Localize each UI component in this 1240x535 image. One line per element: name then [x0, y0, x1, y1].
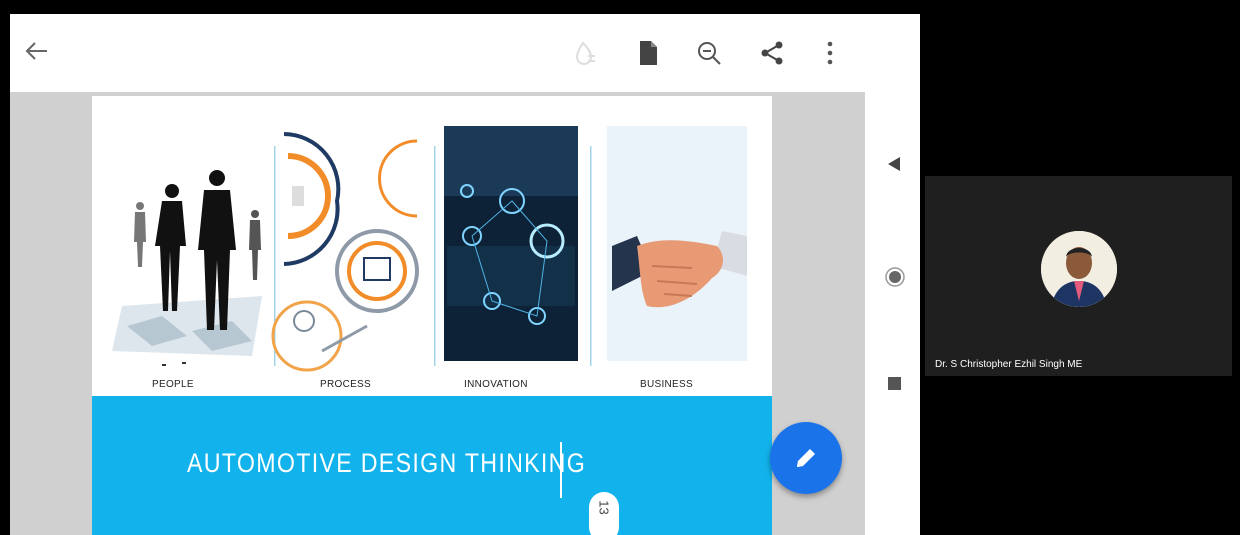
pdf-app-bar	[10, 14, 920, 92]
edit-fab-button[interactable]	[770, 422, 842, 494]
business-image	[607, 126, 747, 361]
participant-name: Dr. S Christopher Ezhil Singh ME	[935, 359, 1083, 370]
title-divider	[560, 442, 562, 498]
innovation-image	[444, 126, 578, 361]
caption-process: PROCESS	[320, 379, 372, 390]
share-icon[interactable]	[753, 34, 791, 72]
zoom-out-icon[interactable]	[690, 34, 728, 72]
slide-page: PEOPLE PROCESS INNOVATION BUSINESS AUTOM…	[92, 96, 772, 535]
slide-collage	[112, 126, 747, 372]
participant-avatar	[1041, 231, 1117, 307]
nav-back-triangle-icon[interactable]	[887, 156, 901, 177]
caption-business: BUSINESS	[640, 379, 693, 390]
more-vert-icon[interactable]	[811, 34, 849, 72]
shared-screen: PEOPLE PROCESS INNOVATION BUSINESS AUTOM…	[10, 14, 920, 535]
title-band: AUTOMOTIVE DESIGN THINKING 13	[92, 396, 772, 535]
android-nav-bar	[865, 92, 920, 535]
page-number: 13	[596, 500, 612, 515]
meeting-frame: PEOPLE PROCESS INNOVATION BUSINESS AUTOM…	[0, 0, 1240, 535]
process-image	[271, 132, 419, 372]
caption-innovation: INNOVATION	[464, 379, 528, 390]
nav-recents-square-icon[interactable]	[888, 377, 901, 395]
ink-drop-icon[interactable]	[566, 34, 604, 72]
nav-home-circle-icon[interactable]	[885, 267, 905, 292]
people-image	[112, 170, 262, 366]
page-number-indicator: 13	[589, 492, 619, 535]
participant-video-tile[interactable]: Dr. S Christopher Ezhil Singh ME	[925, 176, 1232, 376]
pdf-viewer[interactable]: PEOPLE PROCESS INNOVATION BUSINESS AUTOM…	[10, 92, 865, 535]
document-icon[interactable]	[629, 34, 667, 72]
pencil-icon	[797, 449, 815, 467]
back-arrow-icon[interactable]	[22, 36, 56, 70]
caption-people: PEOPLE	[152, 379, 194, 390]
slide-title: AUTOMOTIVE DESIGN THINKING	[187, 448, 587, 478]
